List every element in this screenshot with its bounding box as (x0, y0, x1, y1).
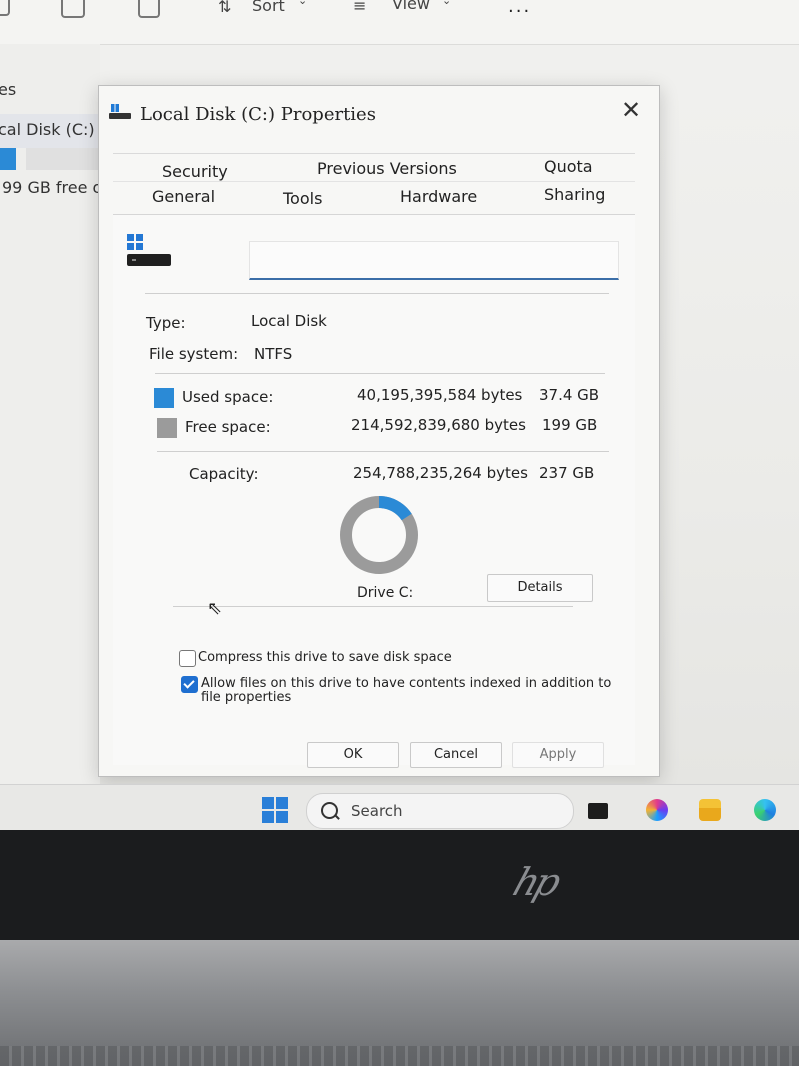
keyboard-edge (0, 1046, 799, 1066)
type-label: Type: (146, 314, 186, 332)
edge-icon[interactable] (754, 799, 776, 821)
divider (155, 373, 605, 374)
explorer-toolbar: ⇅ Sort ⌄ ≡ View ⌄ ... (0, 0, 799, 45)
file-system-label: File system: (149, 345, 239, 363)
index-contents-checkbox[interactable] (181, 676, 198, 693)
used-space-swatch (154, 388, 174, 408)
index-contents-label: Allow files on this drive to have conten… (201, 676, 612, 691)
ok-button[interactable]: OK (307, 742, 399, 768)
nav-free-label: 99 GB free of (2, 178, 108, 197)
divider (157, 451, 609, 452)
capacity-gb: 237 GB (539, 464, 595, 482)
dialog-title: Local Disk (C:) Properties (140, 104, 376, 125)
back-icon[interactable] (0, 0, 10, 16)
copilot-icon[interactable] (646, 799, 668, 821)
drive-icon (109, 104, 131, 122)
sort-button[interactable]: Sort (252, 0, 285, 15)
divider (173, 606, 573, 607)
taskbar: Search (0, 784, 799, 830)
apply-button[interactable]: Apply (512, 742, 604, 768)
chevron-down-icon: ⌄ (298, 0, 308, 7)
properties-dialog: Local Disk (C:) Properties ✕ Security Pr… (98, 85, 660, 777)
drive-caption: Drive C: (357, 585, 414, 601)
tab-strip: Security Previous Versions Quota General… (113, 153, 635, 211)
search-icon (321, 802, 338, 819)
more-options-button[interactable]: ... (508, 0, 531, 17)
view-button[interactable]: View (392, 0, 430, 13)
file-system-value: NTFS (254, 345, 293, 363)
disk-usage-donut-chart (340, 496, 418, 574)
laptop-bezel (0, 830, 799, 940)
tab-quota[interactable]: Quota (544, 157, 593, 176)
close-icon[interactable]: ✕ (619, 96, 643, 124)
used-space-label: Used space: (182, 388, 274, 406)
details-button[interactable]: Details (487, 574, 593, 602)
mouse-cursor-icon: ⇖ (207, 598, 223, 619)
nav-section-label: es (0, 80, 17, 99)
drive-name-input[interactable] (249, 241, 619, 280)
free-space-label: Free space: (185, 418, 271, 436)
nav-drive-usage-track (26, 148, 100, 170)
capacity-bytes: 254,788,235,264 bytes (353, 464, 528, 482)
type-value: Local Disk (251, 312, 327, 330)
compress-drive-checkbox[interactable] (179, 650, 196, 667)
navigation-pane: es cal Disk (C:) 99 GB free of (0, 44, 108, 784)
tab-hardware[interactable]: Hardware (400, 187, 477, 206)
free-space-bytes: 214,592,839,680 bytes (351, 416, 526, 434)
divider (145, 293, 609, 294)
free-space-gb: 199 GB (542, 416, 598, 434)
screen: ⇅ Sort ⌄ ≡ View ⌄ ... es cal Disk (C:) 9… (0, 0, 799, 830)
delete-icon[interactable] (138, 0, 160, 18)
sort-arrows-icon: ⇅ (218, 0, 232, 16)
tab-security[interactable]: Security (162, 162, 228, 181)
used-space-gb: 37.4 GB (539, 386, 600, 404)
nav-drive-label[interactable]: cal Disk (C:) (0, 120, 95, 139)
widget-icon[interactable] (588, 803, 608, 819)
capacity-label: Capacity: (189, 465, 259, 483)
taskbar-search-box[interactable]: Search (306, 793, 574, 829)
used-space-bytes: 40,195,395,584 bytes (357, 386, 523, 404)
compress-drive-label: Compress this drive to save disk space (198, 650, 452, 665)
chevron-down-icon: ⌄ (442, 0, 452, 7)
free-space-swatch (157, 418, 177, 438)
nav-drive-usage-bar (0, 148, 16, 170)
file-explorer-icon[interactable] (699, 799, 721, 821)
tab-tools[interactable]: Tools (283, 189, 322, 208)
tab-general[interactable]: General (152, 187, 215, 206)
cancel-button[interactable]: Cancel (410, 742, 502, 768)
search-placeholder: Search (351, 802, 403, 820)
drive-large-icon (127, 234, 171, 270)
tab-sharing[interactable]: Sharing (544, 185, 605, 204)
windows-start-icon[interactable] (262, 797, 288, 823)
share-icon[interactable] (61, 0, 85, 18)
view-icon: ≡ (353, 0, 367, 15)
tab-previous-versions[interactable]: Previous Versions (317, 159, 457, 178)
index-contents-label-line2: file properties (201, 690, 292, 705)
